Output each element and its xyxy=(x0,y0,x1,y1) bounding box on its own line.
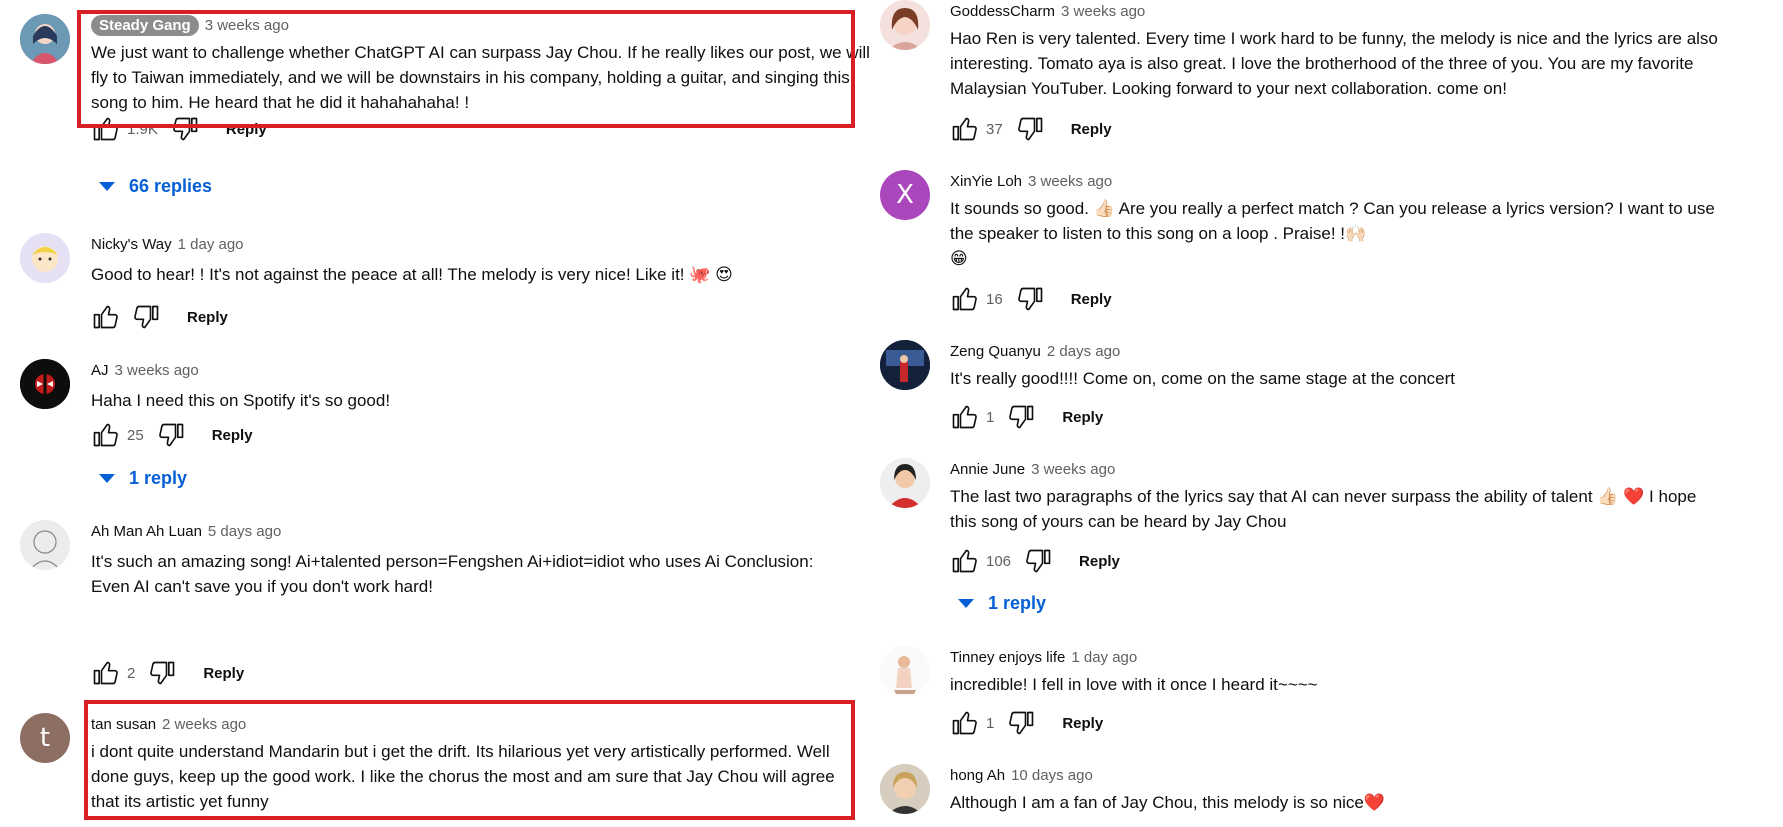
reply-button[interactable]: Reply xyxy=(1071,121,1112,138)
avatar[interactable] xyxy=(880,340,930,390)
comment-author[interactable]: Zeng Quanyu xyxy=(950,343,1041,360)
comment-time[interactable]: 5 days ago xyxy=(208,523,281,540)
like-icon[interactable] xyxy=(950,285,978,313)
comment-author[interactable]: Ah Man Ah Luan xyxy=(91,523,202,540)
reply-button[interactable]: Reply xyxy=(187,309,228,326)
avatar[interactable] xyxy=(20,14,70,64)
comment-time[interactable]: 1 day ago xyxy=(178,236,244,253)
like-count: 106 xyxy=(986,552,1012,570)
comment-text: The last two paragraphs of the lyrics sa… xyxy=(950,487,1697,531)
like-count: 2 xyxy=(127,664,136,682)
replies-label: 1 reply xyxy=(988,593,1047,613)
like-icon[interactable] xyxy=(950,547,978,575)
highlight-box xyxy=(84,700,855,820)
comment-author[interactable]: Annie June xyxy=(950,461,1025,478)
dislike-icon[interactable] xyxy=(1008,403,1036,431)
comment-text: It's such an amazing song! Ai+talented p… xyxy=(91,552,814,596)
reply-button[interactable]: Reply xyxy=(1071,291,1112,308)
dislike-icon[interactable] xyxy=(1008,709,1036,737)
comment-author[interactable]: hong Ah xyxy=(950,767,1005,784)
dislike-icon[interactable] xyxy=(158,421,186,449)
highlight-box xyxy=(77,10,855,128)
comment-actions: 2 Reply xyxy=(91,658,244,688)
comment-time[interactable]: 2 days ago xyxy=(1047,343,1120,360)
like-icon[interactable] xyxy=(950,403,978,431)
reply-button[interactable]: Reply xyxy=(212,427,253,444)
dislike-icon[interactable] xyxy=(149,659,177,687)
avatar-letter: X xyxy=(896,180,914,210)
comment-time[interactable]: 10 days ago xyxy=(1011,767,1093,784)
comment-author[interactable]: XinYie Loh xyxy=(950,173,1022,190)
dislike-icon[interactable] xyxy=(1017,115,1045,143)
view-replies-button[interactable]: 66 replies xyxy=(99,176,212,197)
comment-text: It's really good!!!! Come on, come on th… xyxy=(950,369,1456,388)
comment-actions: 25 Reply xyxy=(91,420,253,450)
like-icon[interactable] xyxy=(91,659,119,687)
like-icon[interactable] xyxy=(91,421,119,449)
avatar[interactable] xyxy=(20,359,70,409)
emoji: 😁 xyxy=(950,249,968,268)
comment-time[interactable]: 3 weeks ago xyxy=(1061,3,1145,20)
comment-time[interactable]: 3 weeks ago xyxy=(1031,461,1115,478)
chevron-down-icon xyxy=(958,599,974,608)
chevron-down-icon xyxy=(99,474,115,483)
comment-time[interactable]: 3 weeks ago xyxy=(115,362,199,379)
replies-label: 66 replies xyxy=(129,176,213,196)
like-icon[interactable] xyxy=(91,303,119,331)
right-comment-column: GoddessCharm 3 weeks ago Hao Ren is very … xyxy=(870,0,1783,827)
reply-button[interactable]: Reply xyxy=(1062,715,1103,732)
like-count: 25 xyxy=(127,426,144,444)
comment-text: Good to hear! ! It's not against the pea… xyxy=(91,265,733,284)
comment-actions: Reply xyxy=(91,302,228,332)
like-icon[interactable] xyxy=(950,709,978,737)
comment-text: Haha I need this on Spotify it's so good… xyxy=(91,391,391,410)
comment-text: incredible! I fell in love with it once … xyxy=(950,675,1318,694)
replies-label: 1 reply xyxy=(129,468,188,488)
avatar[interactable] xyxy=(880,458,930,508)
comment-text: Although I am a fan of Jay Chou, this me… xyxy=(950,793,1386,812)
reply-button[interactable]: Reply xyxy=(203,665,244,682)
avatar[interactable] xyxy=(880,0,930,50)
avatar[interactable] xyxy=(20,233,70,283)
comment-actions: 106 Reply xyxy=(950,546,1120,576)
reply-button[interactable]: Reply xyxy=(1062,409,1103,426)
comment-actions: 1 Reply xyxy=(950,402,1103,432)
like-icon[interactable] xyxy=(950,115,978,143)
avatar-letter: t xyxy=(39,723,51,753)
view-replies-button[interactable]: 1 reply xyxy=(99,468,187,489)
comment-author[interactable]: Tinney enjoys life xyxy=(950,649,1065,666)
emoji: 🐙 😍 xyxy=(689,265,733,284)
comment-author[interactable]: GoddessCharm xyxy=(950,3,1055,20)
comment-actions: 1 Reply xyxy=(950,708,1103,738)
reply-button[interactable]: Reply xyxy=(1079,553,1120,570)
comment-actions: 16 Reply xyxy=(950,284,1112,314)
chevron-down-icon xyxy=(99,182,115,191)
like-count: 1 xyxy=(986,714,995,732)
dislike-icon[interactable] xyxy=(133,303,161,331)
avatar[interactable] xyxy=(880,764,930,814)
comment-time[interactable]: 3 weeks ago xyxy=(1028,173,1112,190)
avatar[interactable]: X xyxy=(880,170,930,220)
dislike-icon[interactable] xyxy=(1017,285,1045,313)
avatar[interactable] xyxy=(20,520,70,570)
like-count: 16 xyxy=(986,290,1003,308)
comment-author[interactable]: AJ xyxy=(91,362,109,379)
avatar[interactable]: t xyxy=(20,713,70,763)
comment-text: It sounds so good. 👍🏻 Are you really a p… xyxy=(950,199,1715,268)
like-count: 37 xyxy=(986,120,1003,138)
avatar[interactable] xyxy=(880,646,930,696)
comment-time[interactable]: 1 day ago xyxy=(1071,649,1137,666)
comment-actions: 37 Reply xyxy=(950,114,1112,144)
like-count: 1 xyxy=(986,408,995,426)
comment-author[interactable]: Nicky's Way xyxy=(91,236,172,253)
comment-text: Hao Ren is very talented. Every time I w… xyxy=(950,29,1718,98)
view-replies-button[interactable]: 1 reply xyxy=(958,593,1046,614)
dislike-icon[interactable] xyxy=(1025,547,1053,575)
left-comment-column: Steady Gang 3 weeks ago We just want to c… xyxy=(0,0,870,827)
